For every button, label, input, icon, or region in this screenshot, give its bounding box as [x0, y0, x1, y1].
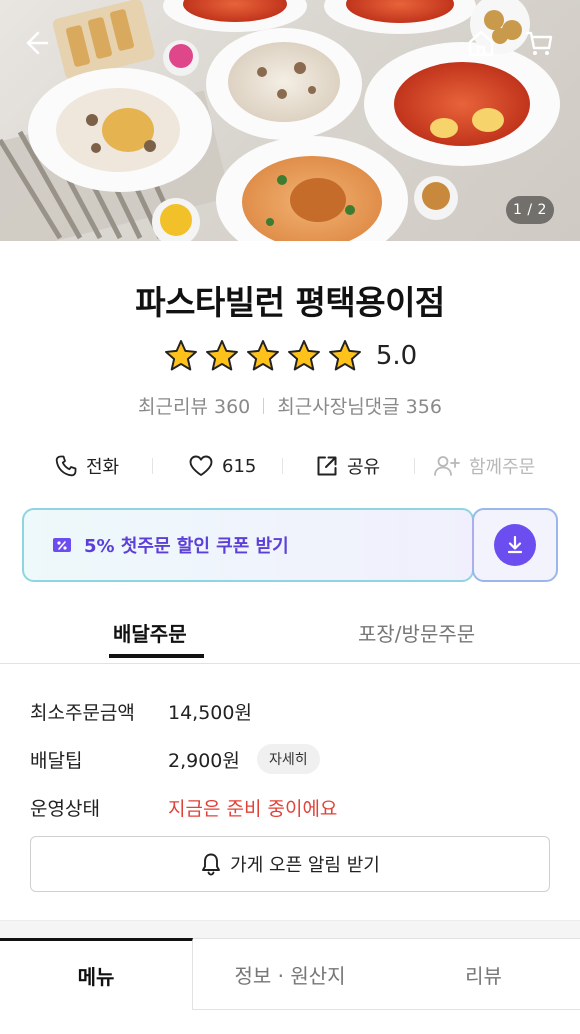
home-icon: [468, 30, 494, 57]
open-notification-button[interactable]: 가게 오픈 알림 받기: [30, 836, 550, 892]
bell-icon: [202, 853, 221, 876]
cart-button[interactable]: [524, 28, 560, 64]
star-icon: [287, 340, 320, 371]
download-circle: [494, 524, 536, 566]
divider: [152, 458, 153, 474]
tab-menu[interactable]: 메뉴: [0, 938, 193, 1010]
divider: [263, 397, 265, 414]
section-divider: [0, 920, 580, 938]
min-order-value: 14,500원: [168, 702, 252, 724]
back-button[interactable]: [20, 28, 56, 64]
store-section-tabs: 메뉴 정보 · 원산지 리뷰: [0, 938, 580, 1034]
coupon-label: 5% 첫주문 할인 쿠폰 받기: [84, 536, 289, 557]
divider: [282, 458, 283, 474]
coupon-download-button[interactable]: [472, 508, 558, 582]
coupon-divider: [472, 522, 473, 568]
add-person-icon: [434, 456, 460, 476]
rating-row[interactable]: 5.0: [0, 338, 580, 374]
star-icon: [246, 340, 279, 371]
like-button[interactable]: 615: [188, 446, 256, 486]
group-order-button[interactable]: 함께주문: [433, 446, 535, 486]
action-row: 전화 615 공유 함께주문: [0, 446, 580, 486]
tab-pickup-order[interactable]: 포장/방문주문: [358, 618, 475, 647]
phone-icon: [55, 455, 77, 477]
first-order-coupon-banner[interactable]: 5% 첫주문 할인 쿠폰 받기: [22, 508, 474, 582]
status-value: 지금은 준비 중이에요: [168, 798, 338, 820]
delivery-tip-detail-button[interactable]: 자세히: [257, 744, 320, 774]
order-type-tabs: 배달주문 포장/방문주문: [0, 606, 580, 664]
store-hero-image[interactable]: 1 / 2: [0, 0, 580, 241]
cart-icon: [525, 31, 553, 55]
rating-value: 5.0: [375, 341, 418, 371]
review-summary[interactable]: 최근리뷰 360 최근사장님댓글 356: [0, 392, 580, 419]
star-icon: [164, 340, 197, 371]
tab-delivery-order[interactable]: 배달주문: [113, 618, 187, 647]
owner-replies-count[interactable]: 최근사장님댓글 356: [277, 392, 442, 419]
tab-reviews[interactable]: 리뷰: [387, 938, 580, 1010]
share-icon: [317, 456, 337, 476]
download-icon: [507, 535, 523, 554]
star-icon: [205, 340, 238, 371]
store-name: 파스타빌런 평택용이점: [135, 283, 445, 322]
image-pager: 1 / 2: [506, 196, 554, 224]
call-button[interactable]: 전화: [54, 446, 119, 486]
home-button[interactable]: [466, 28, 502, 64]
active-tab-indicator: [109, 654, 204, 658]
arrow-left-icon: [26, 31, 49, 55]
delivery-tip-label: 배달팁: [30, 750, 83, 772]
like-count: 615: [222, 455, 257, 477]
status-label: 운영상태: [30, 798, 100, 820]
star-icon: [328, 340, 361, 371]
coupon-icon: [53, 538, 71, 552]
tab-info-origin[interactable]: 정보 · 원산지: [193, 938, 387, 1010]
delivery-tip-value: 2,900원: [168, 750, 240, 772]
call-label: 전화: [86, 457, 120, 478]
heart-icon: [189, 455, 213, 476]
share-button[interactable]: 공유: [315, 446, 380, 486]
recent-reviews-count[interactable]: 최근리뷰 360: [138, 392, 250, 419]
group-order-label: 함께주문: [469, 457, 536, 478]
notify-label: 가게 오픈 알림 받기: [230, 855, 380, 876]
share-label: 공유: [347, 457, 381, 478]
divider: [414, 458, 415, 474]
min-order-label: 최소주문금액: [30, 702, 135, 724]
